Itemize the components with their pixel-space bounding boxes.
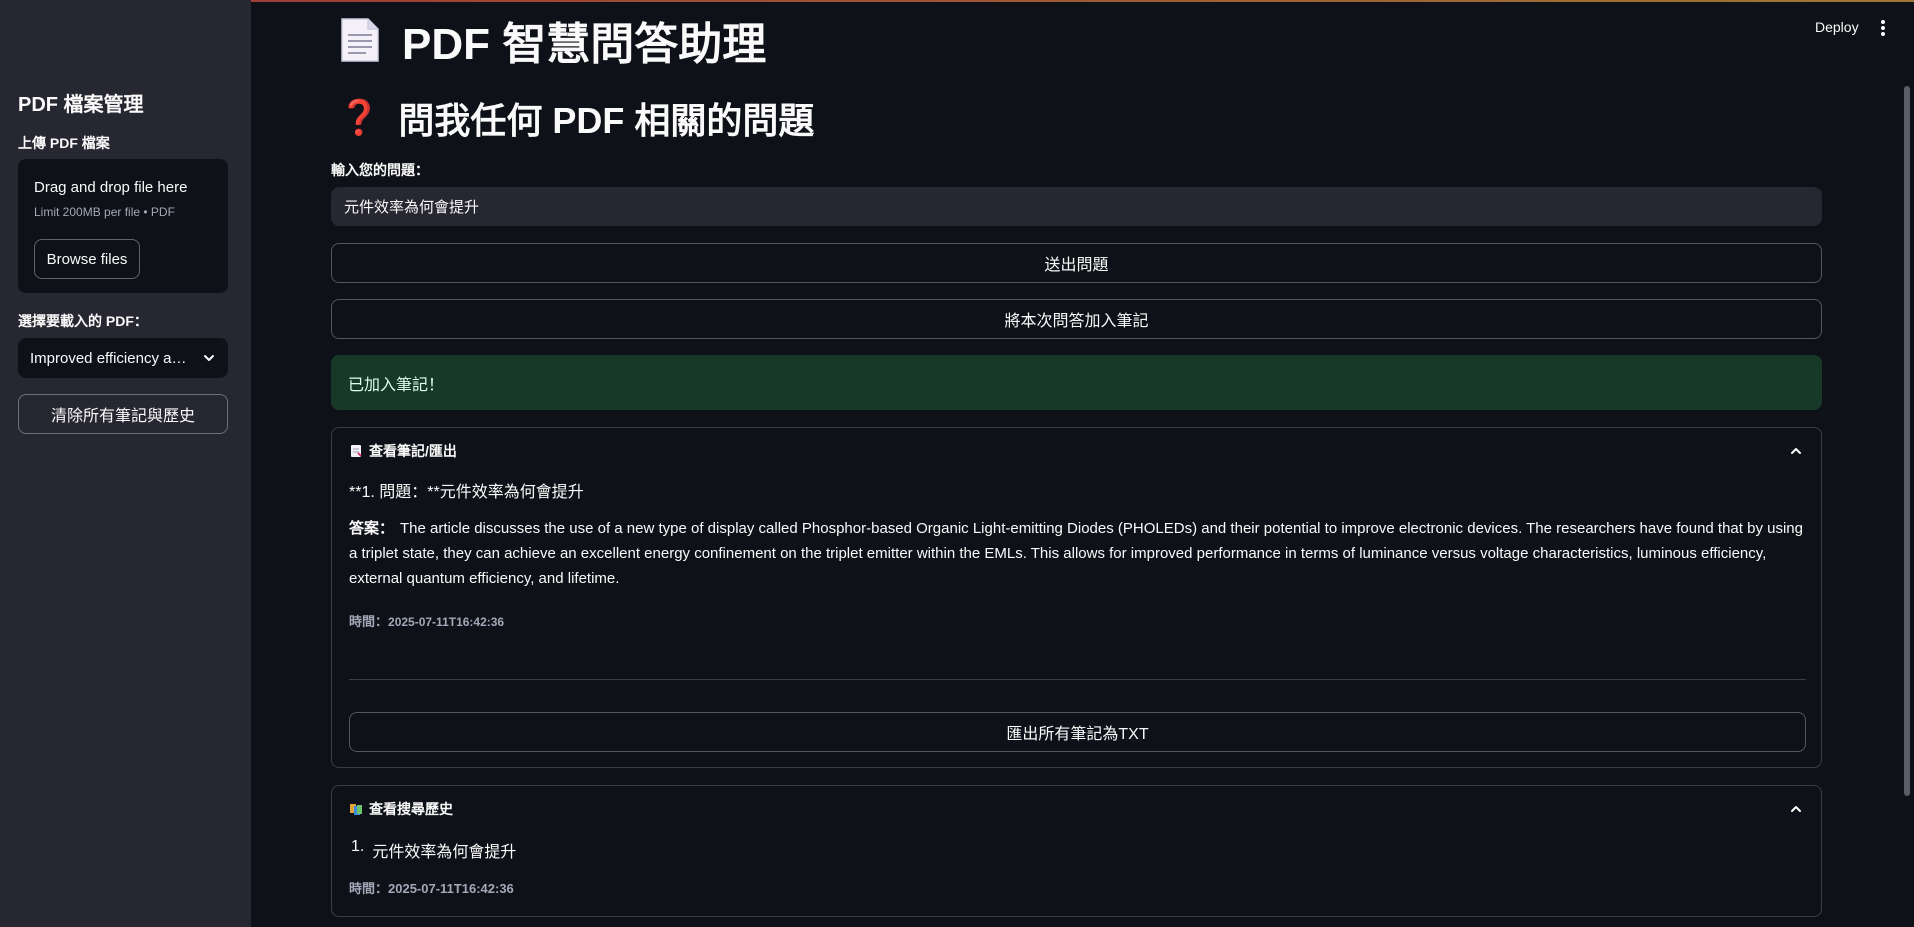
page-subtitle: ❓ 問我任何 PDF 相關的問題 [338, 96, 814, 141]
notes-expander-header[interactable]: 查看筆記/匯出 [349, 441, 457, 461]
dropzone-title: Drag and drop file here [34, 179, 188, 196]
upload-label: 上傳 PDF 檔案 [18, 135, 110, 151]
sidebar-title: PDF 檔案管理 [18, 94, 144, 116]
more-menu-icon[interactable] [1876, 18, 1890, 38]
note-answer: 答案： The article discusses the use of a ne… [349, 516, 1809, 591]
file-dropzone[interactable]: Drag and drop file here Limit 200MB per … [18, 159, 228, 293]
document-icon [341, 18, 379, 62]
history-expander-title: 查看搜尋歷史 [369, 801, 453, 817]
chevron-down-icon [204, 355, 214, 361]
submit-question-button[interactable]: 送出問題 [331, 243, 1822, 283]
note-answer-text: The article discusses the use of a new t… [349, 520, 1803, 587]
pdf-select[interactable]: Improved efficiency and lifetime of PHOL… [18, 338, 228, 378]
success-alert: 已加入筆記！ [331, 355, 1822, 410]
history-time-label: 時間： [349, 881, 389, 896]
notes-expander-title: 查看筆記/匯出 [369, 443, 457, 459]
question-mark-icon: ❓ [338, 99, 381, 137]
history-expander: 查看搜尋歷史 1. 元件效率為何會提升 時間：2025-07-11T16:42:… [331, 785, 1822, 917]
success-message: 已加入筆記！ [348, 376, 445, 394]
divider [349, 679, 1806, 680]
chevron-up-icon[interactable] [1789, 802, 1803, 816]
question-input[interactable] [331, 187, 1822, 226]
clear-all-button[interactable]: 清除所有筆記與歷史 [18, 394, 228, 434]
history-time-value: 2025-07-11T16:42:36 [388, 881, 514, 896]
sidebar: PDF 檔案管理 上傳 PDF 檔案 Drag and drop file he… [0, 0, 251, 927]
pdf-select-value: Improved efficiency and lifetime of PHOL… [30, 349, 192, 367]
history-item-number: 1. [351, 838, 365, 855]
pdf-select-label: 選擇要載入的 PDF： [18, 313, 148, 329]
books-icon [350, 804, 362, 815]
page-subtitle-text: 問我任何 PDF 相關的問題 [398, 100, 815, 141]
memo-icon [351, 445, 362, 457]
page-title: PDF 智慧問答助理 [340, 12, 766, 69]
dropzone-limit: Limit 200MB per file • PDF [34, 205, 175, 219]
note-time-value: 2025-07-11T16:42:36 [388, 615, 505, 629]
history-item-text: 元件效率為何會提升 [372, 844, 517, 861]
scrollbar[interactable] [1904, 86, 1910, 796]
note-answer-label: 答案： [349, 520, 395, 537]
top-decoration [0, 0, 1914, 2]
export-notes-button[interactable]: 匯出所有筆記為TXT [349, 712, 1806, 752]
question-input-label: 輸入您的問題： [331, 162, 429, 178]
history-item: 1. 元件效率為何會提升 [351, 838, 516, 862]
note-time-label: 時間： [349, 614, 389, 629]
notes-expander: 查看筆記/匯出 **1. 問題：**元件效率為何會提升 答案： The artic… [331, 427, 1822, 768]
note-question: **1. 問題：**元件效率為何會提升 [349, 484, 584, 501]
browse-files-button[interactable]: Browse files [34, 239, 140, 279]
history-timestamp: 時間：2025-07-11T16:42:36 [349, 878, 514, 897]
chevron-up-icon[interactable] [1789, 444, 1803, 458]
page-title-text: PDF 智慧問答助理 [402, 20, 767, 69]
history-expander-header[interactable]: 查看搜尋歷史 [349, 799, 453, 819]
note-timestamp: 時間：2025-07-11T16:42:36 [349, 611, 504, 630]
deploy-button[interactable]: Deploy [1815, 19, 1859, 35]
add-to-notes-button[interactable]: 將本次問答加入筆記 [331, 299, 1822, 339]
